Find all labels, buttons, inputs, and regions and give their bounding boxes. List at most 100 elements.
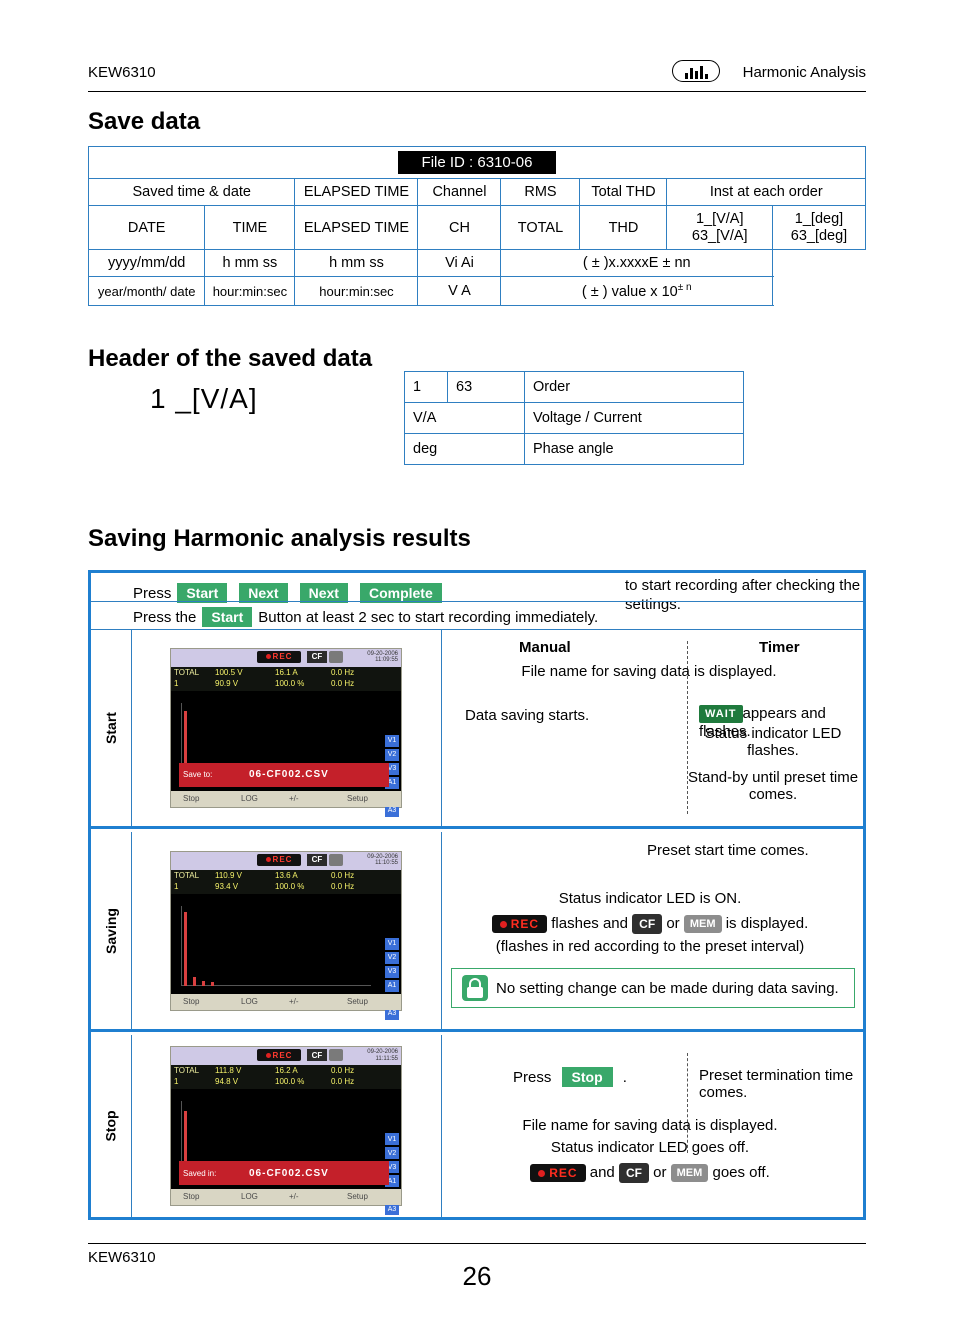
footer-rule xyxy=(88,1243,866,1244)
table-row-fields: DATE TIME ELAPSED TIME CH TOTAL THD 1_[V… xyxy=(87,204,866,251)
saved-in-banner: Saved in: 06-CF002.CSV xyxy=(179,1161,389,1185)
key-next-2[interactable]: Next xyxy=(299,583,348,603)
press-prefix: Press xyxy=(133,584,172,602)
device-soft-keys: Stop LOG +/- Setup xyxy=(171,790,401,807)
start-timer-standby: Stand-by until preset time comes. xyxy=(687,769,859,803)
cell-total: TOTAL xyxy=(500,204,581,251)
device-screenshot-saving: REC CF 09-20-2006 11:10:55 TOTAL 110.9 V … xyxy=(131,832,442,1029)
mem-badge: MEM xyxy=(683,915,722,933)
legend-order-63: 63 xyxy=(447,371,525,403)
cell-time: TIME xyxy=(204,204,296,251)
cell-date: DATE xyxy=(87,204,206,251)
cell-thd: THD xyxy=(579,204,668,251)
rec-indicator: REC xyxy=(257,1049,301,1061)
rec-indicator: REC xyxy=(257,650,301,663)
saving-is-displayed: is displayed. xyxy=(725,914,809,932)
stage-row-saving: Saving REC CF 09-20-2006 11:10:55 TOTAL 1… xyxy=(91,832,863,1032)
press-line-2: Press the Start Button at least 2 sec to… xyxy=(133,607,598,627)
inst-va-line2: 63_[V/A] xyxy=(691,227,748,244)
stop-and: and xyxy=(589,1163,615,1181)
key-start[interactable]: Start xyxy=(177,583,228,603)
cell-time-format: h mm ss xyxy=(204,249,296,278)
section-title-header-saved-data: Header of the saved data xyxy=(88,345,373,372)
header-title: Harmonic Analysis xyxy=(742,64,866,81)
table-row-format: yyyy/mm/dd h mm ss h mm ss Vi Ai ( ± )x.… xyxy=(87,249,866,278)
saving-flashes-red: (flashes in red according to the preset … xyxy=(495,938,805,955)
press-note: to start recording after checking the se… xyxy=(625,577,861,613)
column-header-timer: Timer xyxy=(759,639,800,656)
start-manual-text: Data saving starts. xyxy=(465,707,590,724)
disk-icon xyxy=(329,1049,343,1061)
device-readout: TOTAL 111.8 V 16.2 A 0.0 Hz 1 94.8 V 100… xyxy=(171,1065,401,1089)
harmonic-bar-graph: V1 V2 V3 A1 A2 A3 Saved in: 06-CF002.CSV xyxy=(171,1089,401,1215)
legend-deg: deg xyxy=(404,433,525,465)
lock-icon xyxy=(462,975,488,1001)
device-clock: 09-20-2006 11:10:55 xyxy=(367,853,398,867)
cell-inst-va: 1_[V/A] 63_[V/A] xyxy=(666,204,773,251)
stop-or: or xyxy=(653,1163,667,1181)
press-line-1: Press Start Next Next Complete xyxy=(133,583,448,603)
device-clock: 09-20-2006 11:11:55 xyxy=(367,1049,398,1062)
stop-press-line: Press Stop . xyxy=(513,1067,627,1087)
key-next-1[interactable]: Next xyxy=(239,583,288,603)
stop-period: . xyxy=(622,1069,627,1086)
cell-ch-meaning: V A xyxy=(417,276,502,307)
cf-badge: CF xyxy=(632,914,663,934)
header-rule xyxy=(88,91,866,92)
stage-label-stop: Stop xyxy=(91,1035,132,1217)
stop-press-prefix: Press xyxy=(513,1069,552,1086)
legend-order-1: 1 xyxy=(404,371,448,403)
cell-ch: CH xyxy=(417,204,502,251)
stop-filename-note: File name for saving data is displayed. xyxy=(522,1117,778,1134)
disk-icon xyxy=(329,853,343,866)
press-instruction-row: Press Start Next Next Complete to start … xyxy=(91,573,863,630)
save-data-table: File ID : 6310-06 Saved time & date ELAP… xyxy=(87,146,866,307)
value-meaning-text: ( ± ) value x 10 xyxy=(581,284,678,301)
table-row-meaning: year/month/ date hour:min:sec hour:min:s… xyxy=(87,276,866,307)
legend-va-desc: Voltage / Current xyxy=(524,402,744,434)
header-format-label: 1 _[V/A] xyxy=(150,383,258,414)
device-display: REC CF 09-20-2006 11:09:55 TOTAL 100.5 V … xyxy=(170,647,402,817)
page-footer: KEW6310 26 xyxy=(88,1243,866,1291)
inst-deg-line2: 63_[deg] xyxy=(790,227,848,244)
harmonic-bar-graph: V1 V2 V3 A1 A2 A3 xyxy=(171,893,401,1020)
press2-prefix: Press the xyxy=(133,608,197,626)
cell-ch-format: Vi Ai xyxy=(417,249,502,278)
harmonic-bar-graph: V1 V2 V3 A1 A2 A3 Save to: 06-CF002.CSV xyxy=(171,690,401,817)
table-row: deg Phase angle xyxy=(404,433,744,465)
stage-body-saving: Preset start time comes. Status indicato… xyxy=(441,832,863,1029)
cf-icon: CF xyxy=(307,650,327,663)
stop-goes-off: goes off. xyxy=(712,1163,770,1181)
file-id-cell: File ID : 6310-06 xyxy=(88,146,866,179)
device-screenshot-start: REC CF 09-20-2006 11:09:55 TOTAL 100.5 V … xyxy=(131,629,442,826)
divider xyxy=(687,1053,688,1153)
save-to-banner: Save to: 06-CF002.CSV xyxy=(179,762,389,787)
cell-value-meaning: ( ± ) value x 10± n xyxy=(500,276,773,307)
saving-procedure-box: Press Start Next Next Complete to start … xyxy=(88,570,866,1220)
key-complete[interactable]: Complete xyxy=(359,583,442,603)
stop-preset-term: Preset termination time comes. xyxy=(699,1067,854,1101)
key-stop[interactable]: Stop xyxy=(561,1067,613,1087)
stage-label-saving: Saving xyxy=(91,832,132,1029)
stop-led-off: Status indicator LED goes off. xyxy=(550,1139,750,1156)
section-title-saving-results: Saving Harmonic analysis results xyxy=(88,525,471,552)
saving-preset-start: Preset start time comes. xyxy=(647,842,809,859)
cell-elapsed-format: h mm ss xyxy=(294,249,419,278)
key-start-hold[interactable]: Start xyxy=(202,607,253,627)
cell-inst-deg: 1_[deg] 63_[deg] xyxy=(772,204,866,251)
cell-date-meaning: year/month/ date xyxy=(87,276,206,307)
cell-value-format: ( ± )x.xxxxE ± nn xyxy=(500,249,773,278)
stage-label-start: Start xyxy=(91,629,132,826)
legend-deg-desc: Phase angle xyxy=(524,433,744,465)
stage-body-start: Manual Timer File name for saving data i… xyxy=(441,629,863,826)
cf-badge: CF xyxy=(618,1163,649,1183)
disk-icon xyxy=(329,650,343,663)
device-soft-keys: Stop LOG +/- Setup xyxy=(171,1189,401,1205)
press2-suffix: Button at least 2 sec to start recording… xyxy=(258,608,599,626)
wait-badge: WAIT xyxy=(699,705,743,724)
section-title-save-data: Save data xyxy=(88,108,201,135)
table-row: V/A Voltage / Current xyxy=(404,402,744,434)
header-model: KEW6310 xyxy=(88,64,156,81)
divider xyxy=(91,601,863,602)
cell-elapsed: ELAPSED TIME xyxy=(294,204,419,251)
